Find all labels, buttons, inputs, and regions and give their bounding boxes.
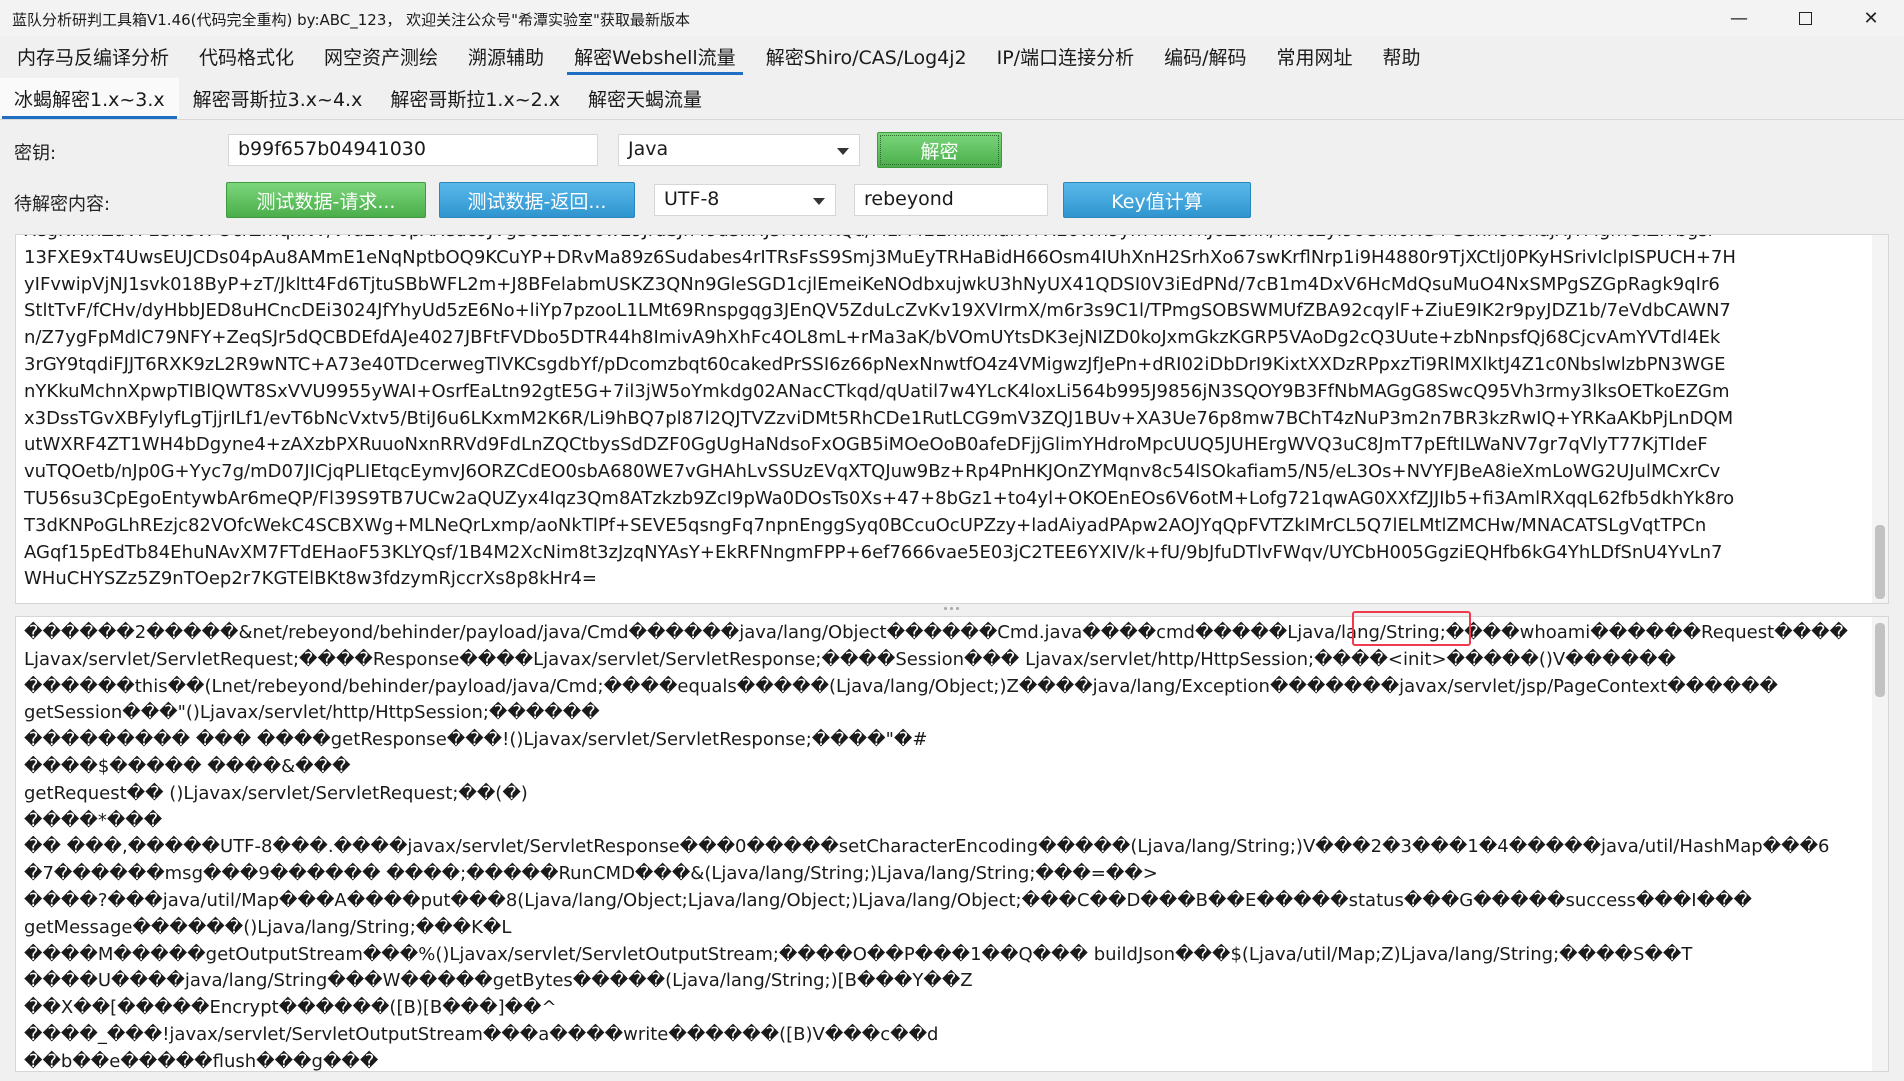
password-input[interactable]: rebeyond bbox=[854, 184, 1048, 216]
encoding-select[interactable]: UTF-8 bbox=[654, 184, 836, 216]
key-label: 密钥: bbox=[14, 143, 57, 164]
plaintext-line: ��b��e�����flush���g��� bbox=[24, 1050, 379, 1072]
test-response-button[interactable]: 测试数据-返回... bbox=[439, 182, 635, 218]
key-calc-button[interactable]: Key值计算 bbox=[1063, 182, 1251, 218]
plaintext-scrollbar[interactable] bbox=[1872, 617, 1888, 1071]
content-label: 待解密内容: bbox=[14, 194, 111, 215]
plaintext-line: ����M�����getOutputStream���%()Ljavax/se… bbox=[24, 943, 1693, 965]
encoding-select-value: UTF-8 bbox=[664, 188, 720, 210]
ciphertext-line: AGqf15pEdTb84EhuNAvXM7FTdEHaoF53KLYQsf/1… bbox=[24, 541, 1723, 563]
plaintext-line: getRequest�� ()Ljavax/servlet/ServletReq… bbox=[24, 782, 528, 804]
ciphertext-line: nYKkuMchnXpwpTIBlQWT8SxVVU9955yWAI+OsrfE… bbox=[24, 380, 1730, 402]
test-request-button[interactable]: 测试数据-请求... bbox=[226, 182, 426, 218]
plaintext-line: �� ���,�����UTF-8���.����javax/servlet/S… bbox=[24, 836, 1830, 858]
ciphertext-lines: XegKTIIhZuVPESH3vPOcrZmqxNV/vYuEv96pAXed… bbox=[24, 235, 1866, 593]
ciphertext-line: x3DssTGvXBFylyfLgTjjrILf1/evT6bNcVxtv5/B… bbox=[24, 407, 1734, 429]
plaintext-line: getMessage������()Ljava/lang/String;���K… bbox=[24, 916, 512, 938]
maximize-button[interactable] bbox=[1772, 0, 1838, 36]
plaintext-line: ��X��[�����Encrypt������([B)[B���]��^ bbox=[24, 997, 557, 1019]
plaintext-line: ����?���java/util/Map���A����put���8(Lja… bbox=[24, 889, 1752, 911]
plaintext-line: ������2�����&net/rebeyond/behinder/paylo… bbox=[24, 622, 1848, 643]
ciphertext-line: TU56su3CpEgoEntywbAr6meQP/Fl39S9TB7UCw2a… bbox=[24, 487, 1735, 509]
plaintext-line: Ljavax/servlet/ServletRequest;����Respon… bbox=[24, 648, 1676, 670]
plaintext-scroll-thumb[interactable] bbox=[1875, 623, 1885, 697]
ciphertext-line: n/Z7ygFpMdlC79NFY+ZeqSJr5dQCBDEfdAJe4027… bbox=[24, 327, 1721, 349]
language-select-value: Java bbox=[628, 138, 669, 160]
tab-asset-mapping[interactable]: 网空资产测绘 bbox=[309, 36, 453, 76]
minimize-button[interactable]: — bbox=[1706, 0, 1772, 36]
ciphertext-line: utWXRF4ZT1WH4bDgyne4+zAXzbPXRuuoNxnRRVd9… bbox=[24, 434, 1708, 456]
plaintext-line: ������this��(Lnet/rebeyond/behinder/payl… bbox=[24, 675, 1778, 697]
subtab-godzilla-3-4[interactable]: 解密哥斯拉3.x~4.x bbox=[179, 78, 377, 118]
decrypt-button[interactable]: 解密 bbox=[877, 132, 1002, 168]
plaintext-line: ����*��� bbox=[24, 809, 163, 831]
tab-memshell-decompile[interactable]: 内存马反编译分析 bbox=[2, 36, 184, 76]
subtab-behinder[interactable]: 冰蝎解密1.x~3.x bbox=[0, 78, 179, 119]
tab-encode-decode[interactable]: 编码/解码 bbox=[1149, 36, 1261, 76]
close-icon: ✕ bbox=[1863, 7, 1879, 29]
plaintext-textarea[interactable]: ������2�����&net/rebeyond/behinder/paylo… bbox=[15, 616, 1889, 1072]
key-input[interactable]: b99f657b04941030 bbox=[228, 134, 598, 166]
ciphertext-scroll-thumb[interactable] bbox=[1875, 525, 1885, 599]
plaintext-line: getSession���"()Ljavax/servlet/http/Http… bbox=[24, 702, 600, 724]
ciphertext-line: XegKTIIhZuVPESH3vPOcrZmqxNV/vYuEv96pAXed… bbox=[24, 235, 1866, 245]
main-tab-bar: 内存马反编译分析 代码格式化 网空资产测绘 溯源辅助 解密Webshell流量 … bbox=[0, 36, 1904, 76]
tab-shiro-cas-log4j2[interactable]: 解密Shiro/CAS/Log4j2 bbox=[751, 36, 982, 76]
tab-webshell-decrypt[interactable]: 解密Webshell流量 bbox=[559, 36, 751, 76]
tab-traceback[interactable]: 溯源辅助 bbox=[453, 36, 559, 76]
ciphertext-scrollbar[interactable] bbox=[1872, 235, 1888, 603]
ciphertext-line: 13FXE9xT4UwsEUJCDs04pAu8AMmE1eNqNptbOQ9K… bbox=[24, 246, 1736, 268]
ciphertext-textarea[interactable]: XegKTIIhZuVPESH3vPOcrZmqxNV/vYuEv96pAXed… bbox=[15, 234, 1889, 604]
plaintext-line: ��������� ��� ����getResponse���!()Ljava… bbox=[24, 729, 928, 751]
chevron-down-icon bbox=[837, 148, 849, 155]
title-bar: 蓝队分析研判工具箱V1.46(代码完全重构) by:ABC_123， 欢迎关注公… bbox=[0, 0, 1904, 36]
ciphertext-line: WHuCHYSZz5Z9nTOep2r7KGTElBKt8w3fdzymRjcc… bbox=[24, 568, 598, 590]
ciphertext-line: T3dKNPoGLhREzjc82VOfcWekC4SCBXWg+MLNeQrL… bbox=[24, 514, 1707, 536]
plaintext-line: ����U����java/lang/String���W�����getByt… bbox=[24, 970, 973, 992]
tab-ip-port-analysis[interactable]: IP/端口连接分析 bbox=[982, 36, 1149, 76]
window-title: 蓝队分析研判工具箱V1.46(代码完全重构) by:ABC_123， 欢迎关注公… bbox=[12, 11, 690, 29]
minimize-icon: — bbox=[1730, 7, 1748, 29]
plaintext-lines: ������2�����&net/rebeyond/behinder/paylo… bbox=[24, 620, 1866, 1072]
tab-help[interactable]: 帮助 bbox=[1368, 36, 1436, 76]
subtab-godzilla-1-2[interactable]: 解密哥斯拉1.x~2.x bbox=[376, 78, 574, 118]
plaintext-line: ����_���!javax/servlet/ServletOutputStre… bbox=[24, 1023, 939, 1045]
ciphertext-line: 3rGY9tqdiFJJT6RXK9zL2R9wNTC+A73e40TDcerw… bbox=[24, 353, 1726, 375]
ciphertext-line: yIFvwipVjNJ1svk018ByP+zT/Jkltt4Fd6TjtuSB… bbox=[24, 273, 1720, 295]
ciphertext-line: StltTvF/fCHv/dyHbbJED8uHCncDEi3024JfYhyU… bbox=[24, 300, 1731, 322]
tab-common-urls[interactable]: 常用网址 bbox=[1261, 36, 1367, 76]
ciphertext-line: vuTQOetb/nJp0G+Yyc7g/mD07JICjqPLIEtqcEym… bbox=[24, 461, 1721, 483]
pane-splitter-handle[interactable] bbox=[944, 607, 960, 611]
plaintext-line: ����$����� ����&��� bbox=[24, 755, 351, 777]
plaintext-line: �7������msg���9������ ����;�����RunCMD��… bbox=[24, 863, 1158, 885]
close-button[interactable]: ✕ bbox=[1838, 0, 1904, 36]
chevron-down-icon bbox=[813, 198, 825, 205]
subtab-tianxie[interactable]: 解密天蝎流量 bbox=[574, 78, 716, 118]
maximize-icon bbox=[1798, 11, 1812, 25]
language-select[interactable]: Java bbox=[618, 134, 860, 166]
tab-code-format[interactable]: 代码格式化 bbox=[184, 36, 309, 76]
sub-tab-bar: 冰蝎解密1.x~3.x 解密哥斯拉3.x~4.x 解密哥斯拉1.x~2.x 解密… bbox=[0, 78, 1904, 120]
whoami-highlight-box bbox=[1352, 611, 1471, 646]
